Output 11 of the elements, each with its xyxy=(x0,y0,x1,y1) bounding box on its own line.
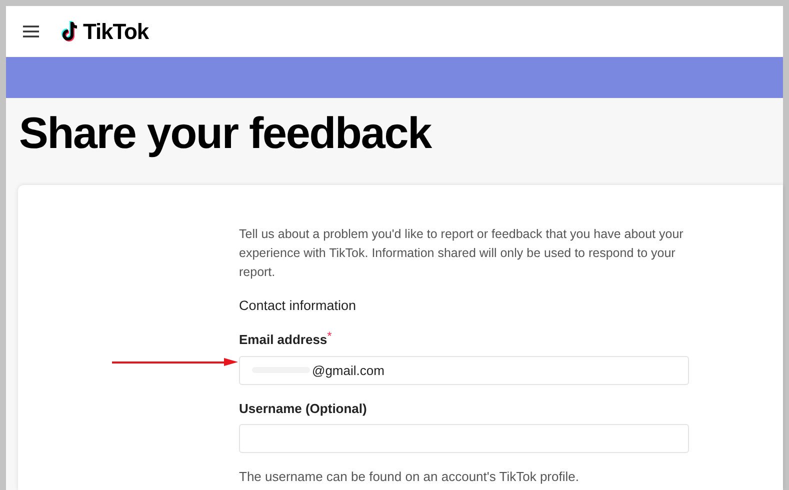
page-title: Share your feedback xyxy=(18,108,433,160)
section-title: Contact information xyxy=(239,297,358,315)
menu-icon[interactable] xyxy=(23,25,39,38)
intro-text: Tell us about a problem you'd like to report or feedback that you have about your experience with TikTok. Information shared will only be used to respond to your report. xyxy=(239,226,684,281)
help-text: The username can be found on an account's TikTok profile. xyxy=(239,468,580,486)
input-field[interactable] xyxy=(239,424,689,454)
brand-name[interactable]: TikTok xyxy=(83,15,149,48)
required-mark: * xyxy=(327,330,332,342)
input-field[interactable]: @gmail.com xyxy=(239,356,689,385)
field-label: Username (Optional) xyxy=(239,400,367,418)
field-label: Email address xyxy=(239,331,328,350)
